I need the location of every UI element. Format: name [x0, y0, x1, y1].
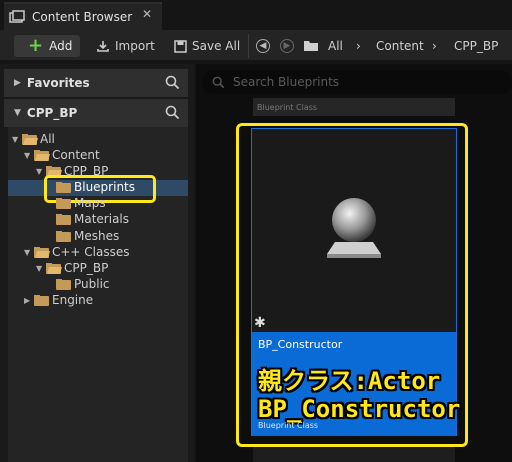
tree-item-materials[interactable]: Materials	[56, 211, 129, 227]
tab-title: Content Browser	[32, 10, 133, 24]
next-row-strip	[253, 447, 455, 462]
asset-card-previous[interactable]: Blueprint Class	[253, 98, 455, 116]
tree-item-public[interactable]: Public	[56, 276, 110, 292]
project-header[interactable]: ▼ CPP_BP	[4, 99, 188, 127]
close-icon[interactable]: ✕	[142, 7, 152, 21]
import-icon	[97, 41, 109, 52]
chevron-down-icon: ▼	[36, 166, 43, 176]
chevron-down-icon: ▼	[24, 247, 31, 257]
tree-item-all[interactable]: ▼ All	[12, 131, 55, 147]
folder-icon	[56, 197, 71, 209]
breadcrumb-separator-icon: ›	[432, 39, 437, 53]
folder-open-icon	[22, 133, 38, 145]
arrow-right-icon: ▶	[280, 39, 294, 53]
import-button[interactable]: Import	[96, 37, 155, 55]
save-all-label: Save All	[192, 39, 241, 53]
search-icon	[212, 76, 225, 88]
tree-item-label: Content	[52, 148, 100, 162]
back-button[interactable]: ◀	[256, 37, 270, 55]
breadcrumb-separator-icon: ›	[356, 39, 361, 53]
asset-card-highlight	[236, 123, 468, 447]
favorites-header[interactable]: ▶ Favorites	[4, 69, 188, 97]
content-browser-icon	[8, 8, 26, 26]
breadcrumb-content[interactable]: Content	[376, 37, 424, 55]
chevron-down-icon: ▼	[14, 108, 21, 118]
asset-type-label: Blueprint Class	[257, 103, 318, 112]
tree-item-cpp-bp-classes[interactable]: ▼ CPP_BP	[36, 260, 108, 276]
tree-item-label: Engine	[52, 293, 94, 307]
chevron-down-icon: ▼	[12, 134, 19, 144]
tree-item-label: Meshes	[74, 229, 120, 243]
search-placeholder: Search Blueprints	[233, 75, 340, 89]
arrow-left-icon: ◀	[256, 39, 270, 53]
tab-content-browser[interactable]: Content Browser	[4, 2, 162, 30]
chevron-down-icon: ▼	[36, 263, 43, 273]
plus-icon: +	[28, 35, 44, 56]
breadcrumb-cpp-bp[interactable]: CPP_BP	[454, 37, 498, 55]
project-label: CPP_BP	[26, 106, 78, 120]
folder-root-icon	[303, 37, 319, 55]
chevron-right-icon: ▶	[24, 295, 31, 305]
forward-button[interactable]: ▶	[280, 37, 294, 55]
import-label: Import	[115, 39, 155, 53]
tree-item-meshes[interactable]: Meshes	[56, 228, 119, 244]
search-icon[interactable]	[165, 75, 180, 93]
tree-item-label: Public	[74, 277, 110, 291]
toolbar-divider	[248, 34, 249, 58]
tree-item-label: C++ Classes	[52, 245, 130, 259]
tree-item-content[interactable]: ▼ Content	[24, 147, 100, 163]
folder-icon	[34, 294, 49, 306]
breadcrumb-content-label: Content	[376, 39, 424, 53]
tree-item-label: Maps	[74, 196, 106, 210]
search-input[interactable]: Search Blueprints	[202, 70, 512, 94]
chevron-right-icon: ▶	[14, 78, 21, 88]
cpp-folder-icon	[56, 278, 71, 290]
folder-open-icon	[34, 149, 50, 161]
tree-item-maps[interactable]: Maps	[56, 195, 106, 211]
breadcrumb-cpp-bp-label: CPP_BP	[454, 39, 499, 53]
favorites-label: Favorites	[26, 76, 90, 90]
add-label: Add	[49, 39, 73, 53]
tree-item-label: All	[40, 132, 55, 146]
save-all-button[interactable]: Save All	[174, 37, 240, 55]
chevron-down-icon: ▼	[24, 150, 31, 160]
tree-item-label: Materials	[74, 212, 130, 226]
folder-icon	[56, 213, 71, 225]
tree-item-label: CPP_BP	[64, 261, 109, 275]
breadcrumb-all-label: All	[328, 39, 343, 53]
cpp-folder-icon	[46, 262, 62, 274]
add-button[interactable]: + Add	[14, 35, 80, 57]
breadcrumb-all[interactable]: All	[328, 37, 343, 55]
tree-item-engine[interactable]: ▶ Engine	[24, 292, 93, 308]
tab-bar: Content Browser ✕	[0, 0, 512, 30]
save-icon	[174, 39, 187, 53]
search-icon[interactable]	[165, 105, 180, 123]
tree-item-cpp-classes[interactable]: ▼ C++ Classes	[24, 244, 130, 260]
folder-icon	[56, 230, 71, 242]
cpp-folder-icon	[34, 246, 50, 258]
